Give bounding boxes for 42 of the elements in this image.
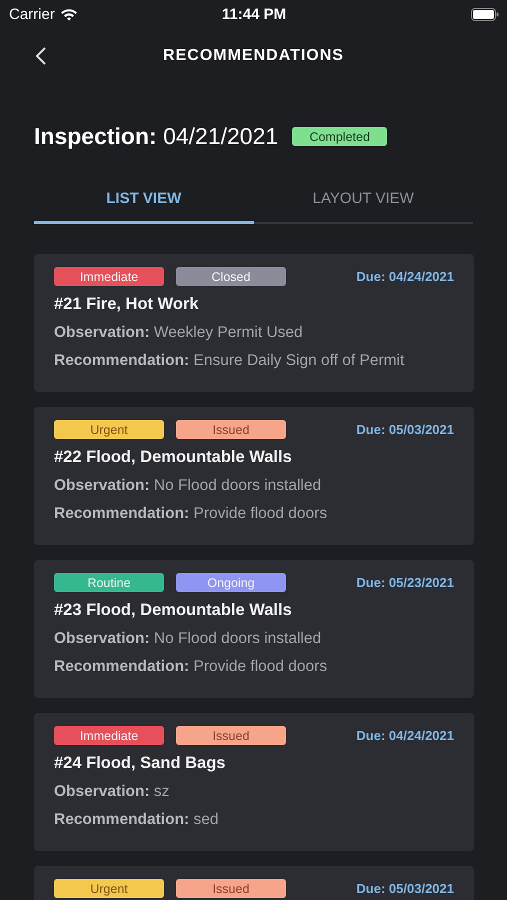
due-date: Due: 05/23/2021 [356,575,454,590]
due-date: Due: 04/24/2021 [356,728,454,743]
status-tag: Ongoing [176,573,286,592]
recommendation-card[interactable]: Immediate Issued Due: 04/24/2021 #24 Flood, Sand Bags Observation: sz Recommendation: sed [34,713,474,851]
status-tag: Issued [176,726,286,745]
status-tag: Closed [176,267,286,286]
priority-tag: Urgent [54,420,164,439]
due-date: Due: 04/24/2021 [356,269,454,284]
inspection-date: Inspection: 04/21/2021 [34,123,278,150]
status-tag: Issued [176,879,286,898]
status-tag: Issued [176,420,286,439]
recommendation-title: #21 Fire, Hot Work [54,295,200,314]
priority-tag: Immediate [54,726,164,745]
observation-text: Observation: No Flood doors installed [54,477,322,495]
observation-text: Observation: Weekley Permit Used [54,324,304,342]
recommendation-card[interactable]: Urgent Issued Due: 05/03/2021 #22 Flood, Demountable Walls Observation: No Flood doors installed Recommendation: Provide flood doors [34,407,474,545]
battery-icon [471,8,499,20]
status-tag: Completed [292,127,388,146]
recommendation-card[interactable]: Immediate Closed Due: 04/24/2021 #21 Fire, Hot Work Observation: Weekley Permit Used Recommendation: Ensure Daily Sign off of Permit [34,254,474,392]
carrier-label: Carrier [9,6,55,22]
recommendation-text: Recommendation: Provide flood doors [54,658,328,676]
priority-tag: Urgent [54,879,164,898]
status-time: 11:44 PM [222,6,286,22]
view-tab[interactable]: LAYOUT VIEW [254,182,473,224]
recommendation-title: #23 Flood, Demountable Walls [54,601,293,620]
recommendation-title: #24 Flood, Sand Bags [54,754,226,773]
view-tab[interactable]: LIST VIEW [34,182,254,224]
observation-text: Observation: No Flood doors installed [54,630,322,648]
priority-tag: Immediate [54,267,164,286]
recommendation-text: Recommendation: Provide flood doors [54,505,328,523]
recommendation-card[interactable]: Urgent Issued Due: 05/03/2021 [34,866,474,900]
wifi-icon [60,8,78,20]
due-date: Due: 05/03/2021 [356,881,454,896]
due-date: Due: 05/03/2021 [356,422,454,437]
screen-title: RECOMMENDATIONS [163,46,344,64]
priority-tag: Routine [54,573,164,592]
recommendation-text: Recommendation: Ensure Daily Sign off of Permit [54,352,406,370]
recommendation-card[interactable]: Routine Ongoing Due: 05/23/2021 #23 Flood, Demountable Walls Observation: No Flood doors installed Recommendation: Provide flood doors [34,560,474,698]
recommendation-title: #22 Flood, Demountable Walls [54,448,293,467]
observation-text: Observation: sz [54,783,170,801]
back-button[interactable] [34,46,48,66]
recommendation-text: Recommendation: sed [54,811,220,829]
